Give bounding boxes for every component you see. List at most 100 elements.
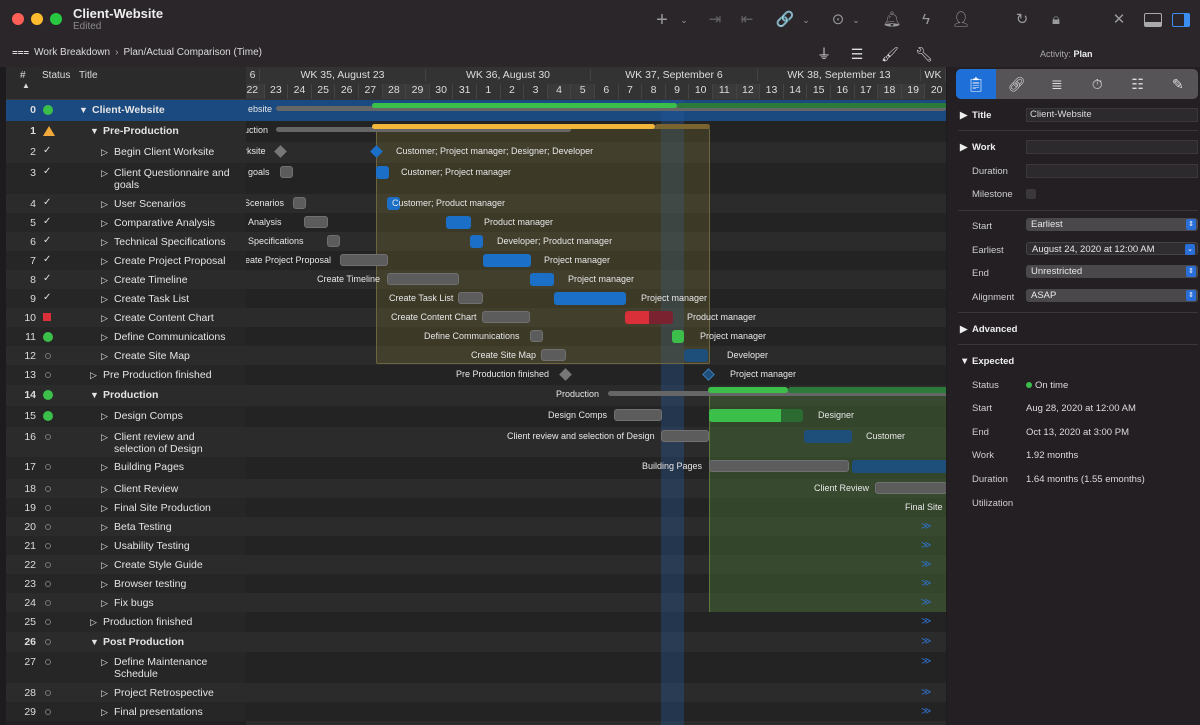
end-select[interactable]: Unrestricted ⇕ [1026, 265, 1198, 278]
outline-row[interactable]: 28 ▷ Project Retrospective [6, 683, 246, 702]
plan-bar[interactable] [661, 430, 709, 442]
tools-icon[interactable]: ✕ [1108, 10, 1130, 30]
outline-row[interactable]: 15 ▷ Design Comps [6, 406, 246, 427]
disclosure-collapsed-icon[interactable]: ▷ [101, 502, 108, 514]
plan-bar[interactable] [614, 409, 662, 421]
gantt-row[interactable] [246, 683, 946, 702]
disclosure-expanded-icon[interactable]: ▼ [90, 125, 99, 137]
outline-row[interactable]: 23 ▷ Browser testing [6, 574, 246, 593]
plan-bar[interactable] [458, 292, 483, 304]
disclosure-collapsed-icon[interactable]: ▷ [101, 236, 108, 248]
tab-style-icon[interactable]: ✎ [1158, 69, 1198, 99]
earliest-date-picker[interactable]: August 24, 2020 at 12:00 AM ⌄ [1026, 242, 1198, 255]
actual-bar-client-website[interactable] [677, 103, 946, 108]
plan-bar[interactable] [304, 216, 328, 228]
task-title[interactable]: Define Maintenance Schedule [114, 656, 236, 680]
style-brush-icon[interactable]: 🖌︎ [880, 44, 900, 64]
disclosure-collapsed-icon[interactable]: ▷ [101, 540, 108, 552]
indent-icon[interactable]: ⇥ [703, 10, 727, 30]
outline-row[interactable]: 1 ▼ Pre-Production [6, 121, 246, 142]
title-field[interactable]: Client-Website [1026, 108, 1198, 122]
tab-structure-icon[interactable]: ☷ [1117, 69, 1157, 99]
disclosure-collapsed-icon[interactable]: ▷ [90, 369, 97, 381]
task-title[interactable]: Project Retrospective [114, 687, 236, 699]
task-title[interactable]: Design Comps [114, 410, 236, 422]
offscreen-arrow-icon[interactable]: ≫ [921, 521, 931, 532]
zoom-window-button[interactable] [50, 13, 62, 25]
task-title[interactable]: Pre Production finished [103, 369, 236, 381]
right-panel-toggle-icon[interactable] [1170, 10, 1192, 30]
actual-bar[interactable] [483, 254, 531, 267]
actual-progress-bar-client-website[interactable] [372, 103, 677, 108]
tab-cost-icon[interactable]: ≣ [1037, 69, 1077, 99]
task-title[interactable]: Create Content Chart [114, 312, 236, 324]
gantt-chart[interactable]: ebsite uction rksite goals Scenarios tive Ana… [246, 67, 946, 725]
duration-field[interactable] [1026, 164, 1198, 178]
outline-row[interactable]: 27 ▷ Define Maintenance Schedule [6, 652, 246, 683]
outline-row[interactable]: 26 ▼ Post Production [6, 632, 246, 652]
alignment-select[interactable]: ASAP ⇕ [1026, 289, 1198, 302]
outline-row[interactable]: 29 ▷ Final presentations [6, 702, 246, 721]
plan-bar[interactable] [541, 349, 566, 361]
task-title[interactable]: Client Questionnaire and goals [114, 167, 236, 191]
disclosure-expected-icon[interactable]: ▼ [960, 356, 969, 367]
disclosure-collapsed-icon[interactable]: ▷ [101, 331, 108, 343]
outline-row[interactable]: 13 ▷ Pre Production finished [6, 365, 246, 385]
outdent-icon[interactable]: ⇤ [735, 10, 759, 30]
disclosure-collapsed-icon[interactable]: ▷ [101, 217, 108, 229]
lightning-icon[interactable]: ϟ [917, 10, 935, 30]
actual-bar[interactable] [376, 166, 389, 179]
task-title[interactable]: Final presentations [114, 706, 236, 718]
disclosure-expanded-icon[interactable]: ▼ [79, 104, 88, 116]
task-title[interactable]: Browser testing [114, 578, 236, 590]
task-title[interactable]: Client-Website [92, 104, 236, 116]
task-title[interactable]: Beta Testing [114, 521, 236, 533]
task-title[interactable]: Post Production [103, 636, 236, 648]
outline-row[interactable]: 11 ▷ Define Communications [6, 327, 246, 346]
actual-bar-design-comps[interactable] [781, 409, 803, 422]
more-menu-chevron-icon[interactable]: ⌄ [850, 10, 862, 30]
actual-bar[interactable] [530, 273, 554, 286]
task-title[interactable]: Comparative Analysis [114, 217, 236, 229]
actual-bar-production[interactable] [788, 387, 946, 393]
outline-row[interactable]: 16 ▷ Client review and selection of Design [6, 427, 246, 457]
disclosure-collapsed-icon[interactable]: ▷ [101, 431, 108, 443]
disclosure-collapsed-icon[interactable]: ▷ [101, 167, 108, 179]
gantt-body[interactable]: ebsite uction rksite goals Scenarios tive Ana… [246, 100, 946, 725]
task-title[interactable]: Create Task List [114, 293, 236, 305]
disclosure-collapsed-icon[interactable]: ▷ [101, 483, 108, 495]
gantt-row[interactable] [246, 612, 946, 632]
offscreen-arrow-icon[interactable]: ≫ [921, 540, 931, 551]
task-title[interactable]: Create Site Map [114, 350, 236, 362]
plan-bar[interactable] [340, 254, 388, 266]
tab-dependencies-icon[interactable]: 🔗︎ [996, 69, 1036, 99]
disclosure-collapsed-icon[interactable]: ▷ [101, 255, 108, 267]
work-field[interactable] [1026, 140, 1198, 154]
outline-row[interactable]: 6 ✓ ▷ Technical Specifications [6, 232, 246, 251]
plan-bar[interactable] [482, 311, 530, 323]
task-title[interactable]: Create Style Guide [114, 559, 236, 571]
plan-bar[interactable] [530, 330, 543, 342]
actual-progress-bar-pre-production[interactable] [372, 124, 655, 129]
outline-row[interactable]: 9 ✓ ▷ Create Task List [6, 289, 246, 308]
column-header-status[interactable]: Status [42, 70, 70, 81]
outline-row[interactable]: 17 ▷ Building Pages [6, 457, 246, 479]
plan-bar[interactable] [387, 273, 459, 285]
actual-bar[interactable] [470, 235, 483, 248]
more-icon[interactable]: ⊙ [827, 10, 849, 30]
start-select[interactable]: Earliest ⇕ [1026, 218, 1198, 231]
outline-row[interactable]: 12 ▷ Create Site Map [6, 346, 246, 365]
person-icon[interactable]: 👤︎ [950, 10, 972, 30]
outline-row[interactable]: 5 ✓ ▷ Comparative Analysis [6, 213, 246, 232]
task-title[interactable]: Building Pages [114, 461, 236, 473]
task-title[interactable]: Usability Testing [114, 540, 236, 552]
outline-row[interactable]: 20 ▷ Beta Testing [6, 517, 246, 536]
gantt-row[interactable] [246, 702, 946, 721]
disclosure-work-icon[interactable]: ▶ [960, 142, 967, 153]
task-title[interactable]: Begin Client Worksite [114, 146, 236, 158]
disclosure-collapsed-icon[interactable]: ▷ [101, 687, 108, 699]
bottom-panel-toggle-icon[interactable] [1142, 10, 1164, 30]
add-icon[interactable]: + [652, 10, 672, 30]
plan-bar[interactable] [280, 166, 293, 178]
disclosure-collapsed-icon[interactable]: ▷ [101, 146, 108, 158]
